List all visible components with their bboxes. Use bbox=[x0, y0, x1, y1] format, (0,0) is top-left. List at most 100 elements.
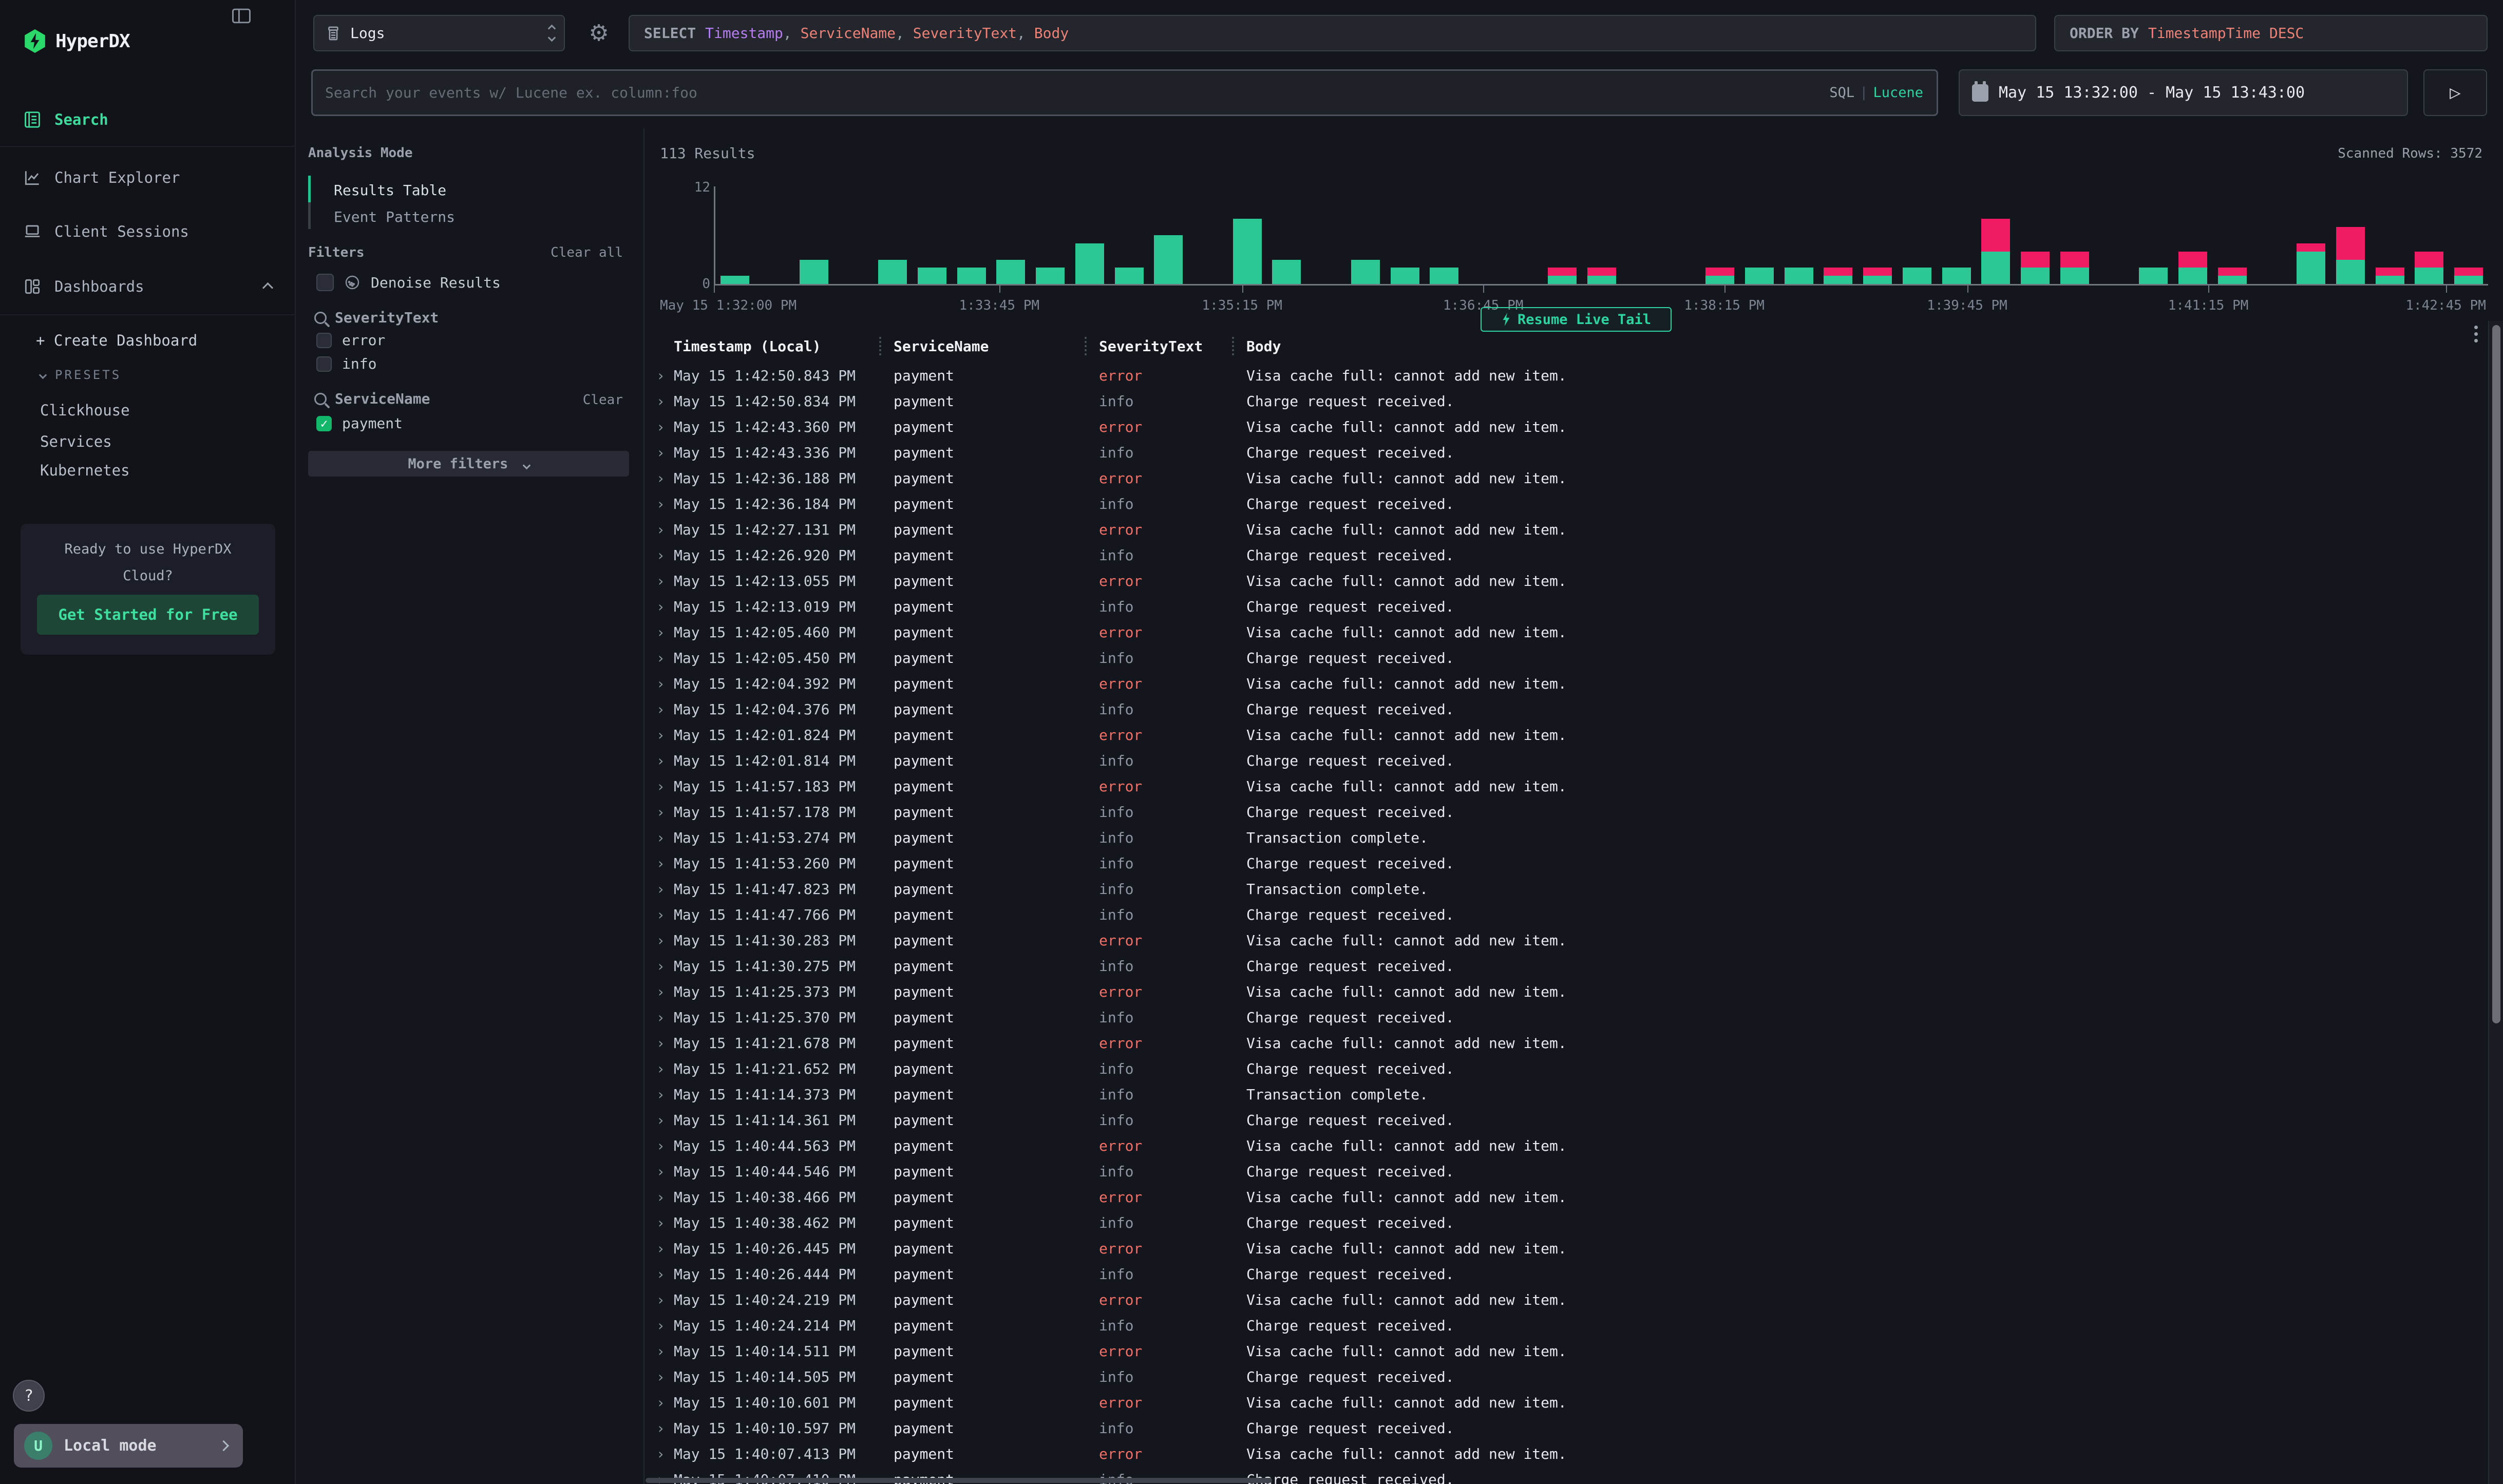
filter-option-label[interactable]: error bbox=[342, 332, 385, 349]
collapse-sidebar-icon[interactable] bbox=[230, 4, 254, 28]
vertical-scrollbar-thumb[interactable] bbox=[2492, 325, 2500, 1023]
table-row[interactable]: ›May 15 1:41:25.373 PMpaymenterrorVisa c… bbox=[644, 978, 2488, 1004]
expand-row-chevron-icon[interactable]: › bbox=[656, 1060, 665, 1077]
expand-row-chevron-icon[interactable]: › bbox=[656, 418, 665, 435]
table-row[interactable]: ›May 15 1:40:38.466 PMpaymenterrorVisa c… bbox=[644, 1184, 2488, 1209]
table-row[interactable]: ›May 15 1:42:36.188 PMpaymenterrorVisa c… bbox=[644, 465, 2488, 490]
table-row[interactable]: ›May 15 1:42:26.920 PMpaymentinfoCharge … bbox=[644, 542, 2488, 567]
expand-row-chevron-icon[interactable]: › bbox=[656, 701, 665, 718]
error-checkbox[interactable] bbox=[316, 333, 332, 348]
expand-row-chevron-icon[interactable]: › bbox=[656, 1189, 665, 1206]
expand-row-chevron-icon[interactable]: › bbox=[656, 804, 665, 821]
search-input[interactable] bbox=[313, 84, 1937, 102]
table-row[interactable]: ›May 15 1:40:10.597 PMpaymentinfoCharge … bbox=[644, 1415, 2488, 1440]
expand-row-chevron-icon[interactable]: › bbox=[656, 573, 665, 589]
sidebar-preset-clickhouse[interactable]: Clickhouse bbox=[40, 402, 130, 419]
filter-option-label[interactable]: payment bbox=[342, 415, 403, 432]
more-filters-button[interactable]: More filters bbox=[308, 451, 629, 477]
table-row[interactable]: ›May 15 1:41:57.183 PMpaymenterrorVisa c… bbox=[644, 773, 2488, 798]
table-row[interactable]: ›May 15 1:40:44.563 PMpaymenterrorVisa c… bbox=[644, 1132, 2488, 1158]
column-header-servicename[interactable]: ServiceName bbox=[894, 338, 989, 355]
expand-row-chevron-icon[interactable]: › bbox=[656, 1009, 665, 1026]
table-row[interactable]: ›May 15 1:40:24.219 PMpaymenterrorVisa c… bbox=[644, 1286, 2488, 1312]
info-checkbox[interactable] bbox=[316, 356, 332, 372]
table-row[interactable]: ›May 15 1:41:21.652 PMpaymentinfoCharge … bbox=[644, 1055, 2488, 1081]
table-row[interactable]: ›May 15 1:40:44.546 PMpaymentinfoCharge … bbox=[644, 1158, 2488, 1184]
expand-row-chevron-icon[interactable]: › bbox=[656, 1317, 665, 1334]
table-row[interactable]: ›May 15 1:41:30.275 PMpaymentinfoCharge … bbox=[644, 953, 2488, 978]
resume-live-tail-button[interactable]: Resume Live Tail bbox=[1481, 307, 1672, 332]
local-mode-button[interactable]: U Local mode bbox=[14, 1424, 243, 1468]
run-query-button[interactable]: ▷ bbox=[2423, 69, 2487, 116]
table-row[interactable]: ›May 15 1:40:26.445 PMpaymenterrorVisa c… bbox=[644, 1235, 2488, 1261]
table-row[interactable]: ›May 15 1:42:50.834 PMpaymentinfoCharge … bbox=[644, 388, 2488, 413]
expand-row-chevron-icon[interactable]: › bbox=[656, 778, 665, 795]
table-row[interactable]: ›May 15 1:41:57.178 PMpaymentinfoCharge … bbox=[644, 798, 2488, 824]
mode-lucene[interactable]: Lucene bbox=[1873, 85, 1923, 101]
payment-checkbox[interactable]: ✓ bbox=[316, 416, 332, 431]
clear-all-link[interactable]: Clear all bbox=[551, 245, 623, 260]
expand-row-chevron-icon[interactable]: › bbox=[656, 1240, 665, 1257]
sql-select-editor[interactable]: SELECT Timestamp, ServiceName, SeverityT… bbox=[629, 15, 2036, 51]
expand-row-chevron-icon[interactable]: › bbox=[656, 1420, 665, 1437]
table-row[interactable]: ›May 15 1:42:13.019 PMpaymentinfoCharge … bbox=[644, 593, 2488, 619]
table-row[interactable]: ›May 15 1:41:53.274 PMpaymentinfoTransac… bbox=[644, 824, 2488, 850]
denoise-checkbox[interactable] bbox=[316, 274, 334, 291]
table-options-kebab-icon[interactable] bbox=[2466, 322, 2486, 353]
table-row[interactable]: ›May 15 1:42:01.814 PMpaymentinfoCharge … bbox=[644, 747, 2488, 773]
sidebar-item-search[interactable]: Search bbox=[23, 107, 108, 132]
tab-event-patterns[interactable]: Event Patterns bbox=[334, 208, 455, 225]
table-row[interactable]: ›May 15 1:40:14.505 PMpaymentinfoCharge … bbox=[644, 1363, 2488, 1389]
search-icon[interactable] bbox=[314, 393, 327, 405]
expand-row-chevron-icon[interactable]: › bbox=[656, 727, 665, 744]
table-row[interactable]: ›May 15 1:40:26.444 PMpaymentinfoCharge … bbox=[644, 1261, 2488, 1286]
sidebar-item-dashboards[interactable]: Dashboards bbox=[23, 274, 144, 299]
table-row[interactable]: ›May 15 1:42:05.450 PMpaymentinfoCharge … bbox=[644, 644, 2488, 670]
expand-row-chevron-icon[interactable]: › bbox=[656, 1343, 665, 1360]
search-icon[interactable] bbox=[314, 312, 327, 324]
mode-sql[interactable]: SQL bbox=[1829, 85, 1854, 101]
table-row[interactable]: ›May 15 1:42:36.184 PMpaymentinfoCharge … bbox=[644, 490, 2488, 516]
expand-row-chevron-icon[interactable]: › bbox=[656, 752, 665, 769]
expand-row-chevron-icon[interactable]: › bbox=[656, 496, 665, 512]
expand-row-chevron-icon[interactable]: › bbox=[656, 624, 665, 641]
table-row[interactable]: ›May 15 1:42:43.336 PMpaymentinfoCharge … bbox=[644, 439, 2488, 465]
expand-row-chevron-icon[interactable]: › bbox=[656, 1163, 665, 1180]
expand-row-chevron-icon[interactable]: › bbox=[656, 547, 665, 564]
get-started-button[interactable]: Get Started for Free bbox=[37, 595, 259, 635]
table-row[interactable]: ›May 15 1:40:07.413 PMpaymenterrorVisa c… bbox=[644, 1440, 2488, 1466]
table-row[interactable]: ›May 15 1:41:47.823 PMpaymentinfoTransac… bbox=[644, 876, 2488, 901]
clear-service-link[interactable]: Clear bbox=[583, 392, 623, 408]
vertical-scrollbar[interactable] bbox=[2488, 321, 2503, 1484]
table-row[interactable]: ›May 15 1:42:13.055 PMpaymenterrorVisa c… bbox=[644, 567, 2488, 593]
create-dashboard-button[interactable]: + Create Dashboard bbox=[36, 332, 197, 349]
expand-row-chevron-icon[interactable]: › bbox=[656, 598, 665, 615]
table-row[interactable]: ›May 15 1:42:50.843 PMpaymenterrorVisa c… bbox=[644, 362, 2488, 388]
expand-row-chevron-icon[interactable]: › bbox=[656, 983, 665, 1000]
expand-row-chevron-icon[interactable]: › bbox=[656, 521, 665, 538]
expand-row-chevron-icon[interactable]: › bbox=[656, 1137, 665, 1154]
sidebar-preset-services[interactable]: Services bbox=[40, 433, 112, 450]
expand-row-chevron-icon[interactable]: › bbox=[656, 393, 665, 410]
expand-row-chevron-icon[interactable]: › bbox=[656, 958, 665, 975]
table-row[interactable]: ›May 15 1:41:30.283 PMpaymenterrorVisa c… bbox=[644, 927, 2488, 953]
column-separator[interactable] bbox=[1085, 337, 1087, 355]
expand-row-chevron-icon[interactable]: › bbox=[656, 881, 665, 898]
time-range-picker[interactable]: May 15 13:32:00 - May 15 13:43:00 bbox=[1959, 69, 2408, 116]
expand-row-chevron-icon[interactable]: › bbox=[656, 906, 665, 923]
expand-row-chevron-icon[interactable]: › bbox=[656, 1445, 665, 1462]
table-row[interactable]: ›May 15 1:41:14.373 PMpaymentinfoTransac… bbox=[644, 1081, 2488, 1107]
expand-row-chevron-icon[interactable]: › bbox=[656, 1112, 665, 1129]
table-row[interactable]: ›May 15 1:40:38.462 PMpaymentinfoCharge … bbox=[644, 1209, 2488, 1235]
column-header-timestamp[interactable]: Timestamp (Local) bbox=[674, 338, 821, 355]
expand-row-chevron-icon[interactable]: › bbox=[656, 1035, 665, 1052]
expand-row-chevron-icon[interactable]: › bbox=[656, 675, 665, 692]
order-by-editor[interactable]: ORDER BY TimestampTime DESC bbox=[2054, 15, 2488, 51]
expand-row-chevron-icon[interactable]: › bbox=[656, 1291, 665, 1308]
column-separator[interactable] bbox=[1232, 337, 1234, 355]
table-row[interactable]: ›May 15 1:40:10.601 PMpaymenterrorVisa c… bbox=[644, 1389, 2488, 1415]
column-header-severitytext[interactable]: SeverityText bbox=[1099, 338, 1203, 355]
expand-row-chevron-icon[interactable]: › bbox=[656, 855, 665, 872]
table-row[interactable]: ›May 15 1:41:25.370 PMpaymentinfoCharge … bbox=[644, 1004, 2488, 1030]
sidebar-item-chart-explorer[interactable]: Chart Explorer bbox=[23, 165, 180, 191]
